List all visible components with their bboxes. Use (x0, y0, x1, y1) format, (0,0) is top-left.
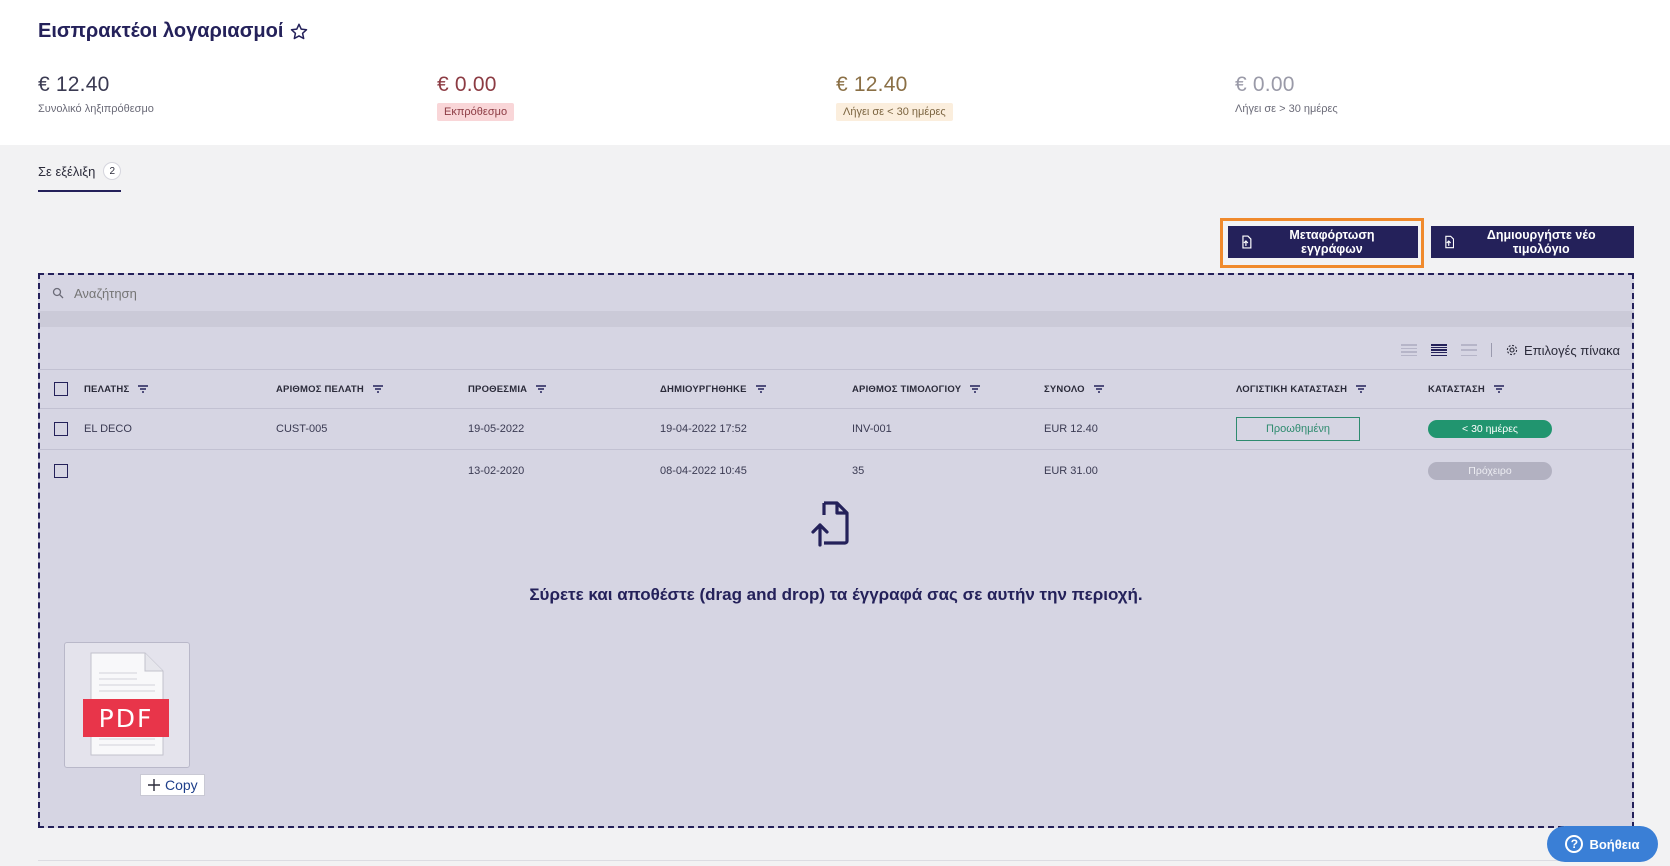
plus-icon (148, 779, 160, 791)
column-header-invoice-no[interactable]: ΑΡΙΘΜΟΣ ΤΙΜΟΛΟΓΙΟΥ (852, 370, 981, 408)
star-icon[interactable] (289, 22, 309, 42)
row-checkbox[interactable] (54, 463, 68, 478)
stat-caption: Λήγει σε > 30 ημέρες (1235, 103, 1338, 115)
filter-icon[interactable] (1093, 384, 1105, 394)
stat-due-under-30: € 12.40 Λήγει σε < 30 ημέρες (836, 73, 953, 121)
column-header-due[interactable]: ΠΡΟΘΕΣΜΙΑ (468, 370, 547, 408)
dropzone-message: Σύρετε και αποθέστε (drag and drop) τα έ… (529, 585, 1143, 604)
page-divider (38, 860, 1634, 861)
density-comfortable-icon[interactable] (1461, 344, 1478, 356)
density-compact-icon[interactable] (1401, 344, 1418, 356)
select-all-cell (54, 370, 68, 408)
page-title: Εισπρακτέοι λογαριασμοί (38, 20, 284, 42)
column-header-customer[interactable]: ΠΕΛΑΤΗΣ (84, 370, 149, 408)
cell-status: < 30 ημέρες (1428, 409, 1552, 449)
status-badge: < 30 ημέρες (1428, 420, 1552, 438)
cell-invoice-no: INV-001 (852, 423, 892, 435)
column-label: ΚΑΤΑΣΤΑΣΗ (1428, 383, 1485, 395)
file-add-icon (1445, 235, 1455, 249)
stat-amount: € 12.40 (836, 73, 908, 96)
stat-overdue: € 0.00 Εκπρόθεσμο (437, 73, 515, 121)
gear-icon (1506, 344, 1518, 356)
cell-customer: EL DECO (84, 423, 132, 435)
stat-amount: € 0.00 (1235, 73, 1295, 96)
cell-invoice-no: 35 (852, 464, 865, 477)
stat-total-due: € 12.40 Συνολικό ληξιπρόθεσμο (38, 73, 154, 117)
create-invoice-button[interactable]: Δημιουργήστε νέο τιμολόγιο (1431, 226, 1634, 258)
table-options-label: Επιλογές πίνακα (1524, 342, 1620, 358)
cell-customer-no: CUST-005 (276, 423, 328, 435)
tab-in-progress[interactable]: Σε εξέλιξη 2 (38, 162, 122, 192)
tab-label: Σε εξέλιξη (38, 163, 96, 179)
density-default-icon[interactable] (1431, 344, 1448, 356)
stat-badge-under-30: Λήγει σε < 30 ημέρες (836, 103, 953, 121)
cell-total: EUR 31.00 (1044, 464, 1098, 477)
upload-documents-label: Μεταφόρτωση εγγράφων (1289, 228, 1375, 256)
table-options-button[interactable]: Επιλογές πίνακα (1506, 343, 1620, 358)
stat-due-over-30: € 0.00 Λήγει σε > 30 ημέρες (1235, 73, 1338, 117)
stat-amount: € 0.00 (437, 73, 497, 96)
select-all-checkbox[interactable] (54, 382, 68, 396)
filter-icon[interactable] (755, 384, 767, 394)
help-icon: ? (1565, 835, 1584, 853)
divider (40, 311, 1632, 327)
column-header-created[interactable]: ΔΗΜΙΟΥΡΓΗΘΗΚΕ (660, 370, 767, 408)
table-header: ΠΕΛΑΤΗΣ ΑΡΙΘΜΟΣ ΠΕΛΑΤΗ ΠΡΟΘΕΣΜΙΑ ΔΗΜΙΟΥΡ… (40, 369, 1632, 409)
table-toolbar: Επιλογές πίνακα (1401, 335, 1620, 365)
filter-icon[interactable] (969, 384, 981, 394)
file-upload-icon (811, 501, 849, 547)
column-header-accounting-status[interactable]: ΛΟΓΙΣΤΙΚΗ ΚΑΤΑΣΤΑΣΗ (1236, 370, 1367, 408)
stat-amount: € 12.40 (38, 73, 110, 96)
column-label: ΑΡΙΘΜΟΣ ΤΙΜΟΛΟΓΙΟΥ (852, 383, 962, 395)
summary-header: Εισπρακτέοι λογαριασμοί € 12.40 Συνολικό… (0, 0, 1670, 145)
cell-status: Πρόχειρο (1428, 450, 1552, 491)
column-header-status[interactable]: ΚΑΤΑΣΤΑΣΗ (1428, 370, 1505, 408)
row-select-cell (54, 409, 68, 449)
page-title-row: Εισπρακτέοι λογαριασμοί (38, 20, 309, 43)
copy-label-text: Copy (165, 777, 198, 793)
stat-caption: Συνολικό ληξιπρόθεσμο (38, 103, 154, 115)
file-upload-icon (1242, 235, 1252, 249)
dragged-file-preview: PDF (64, 642, 190, 768)
help-button[interactable]: ? Βοήθεια (1547, 826, 1658, 862)
filter-icon[interactable] (137, 384, 149, 394)
status-badge: Πρόχειρο (1428, 461, 1552, 480)
filter-icon[interactable] (535, 384, 547, 394)
cell-due: 13-02-2020 (468, 464, 525, 477)
help-label: Βοήθεια (1589, 836, 1640, 852)
stat-badge-overdue: Εκπρόθεσμο (437, 103, 515, 121)
table-row[interactable]: 13-02-2020 08-04-2022 10:45 35 EUR 31.00… (40, 450, 1632, 491)
upload-documents-button[interactable]: Μεταφόρτωση εγγράφων (1228, 226, 1418, 258)
row-select-cell (54, 450, 68, 491)
column-label: ΛΟΓΙΣΤΙΚΗ ΚΑΤΑΣΤΑΣΗ (1236, 383, 1348, 395)
cell-total: EUR 12.40 (1044, 423, 1098, 435)
search-icon (52, 287, 64, 299)
column-header-total[interactable]: ΣΥΝΟΛΟ (1044, 370, 1105, 408)
drag-copy-tooltip: Copy (140, 774, 205, 796)
column-label: ΑΡΙΘΜΟΣ ΠΕΛΑΤΗ (276, 383, 364, 395)
table-row[interactable]: EL DECO CUST-005 19-05-2022 19-04-2022 1… (40, 409, 1632, 450)
cell-created: 19-04-2022 17:52 (660, 423, 747, 435)
create-invoice-label: Δημιουργήστε νέο τιμολόγιο (1486, 228, 1596, 256)
pdf-badge-label: PDF (98, 703, 154, 733)
filter-icon[interactable] (1493, 384, 1505, 394)
cell-accounting-status: Προωθημένη (1236, 409, 1360, 449)
tab-count-badge: 2 (103, 162, 122, 180)
cell-due: 19-05-2022 (468, 423, 525, 435)
filter-icon[interactable] (1355, 384, 1367, 394)
search-input[interactable] (74, 285, 474, 301)
filter-icon[interactable] (372, 384, 384, 394)
toolbar-separator (1491, 343, 1493, 357)
column-header-customer-no[interactable]: ΑΡΙΘΜΟΣ ΠΕΛΑΤΗ (276, 370, 384, 408)
column-label: ΠΕΛΑΤΗΣ (84, 383, 130, 395)
column-label: ΠΡΟΘΕΣΜΙΑ (468, 383, 528, 395)
search-bar (40, 275, 1632, 311)
column-label: ΔΗΜΙΟΥΡΓΗΘΗΚΕ (660, 383, 747, 395)
row-checkbox[interactable] (54, 422, 68, 436)
accounting-status-badge: Προωθημένη (1236, 417, 1360, 441)
dropzone[interactable]: Επιλογές πίνακα ΠΕΛΑΤΗΣ ΑΡΙΘΜΟΣ ΠΕΛΑΤΗ Π… (38, 273, 1634, 828)
cell-created: 08-04-2022 10:45 (660, 464, 747, 477)
column-label: ΣΥΝΟΛΟ (1044, 383, 1085, 395)
